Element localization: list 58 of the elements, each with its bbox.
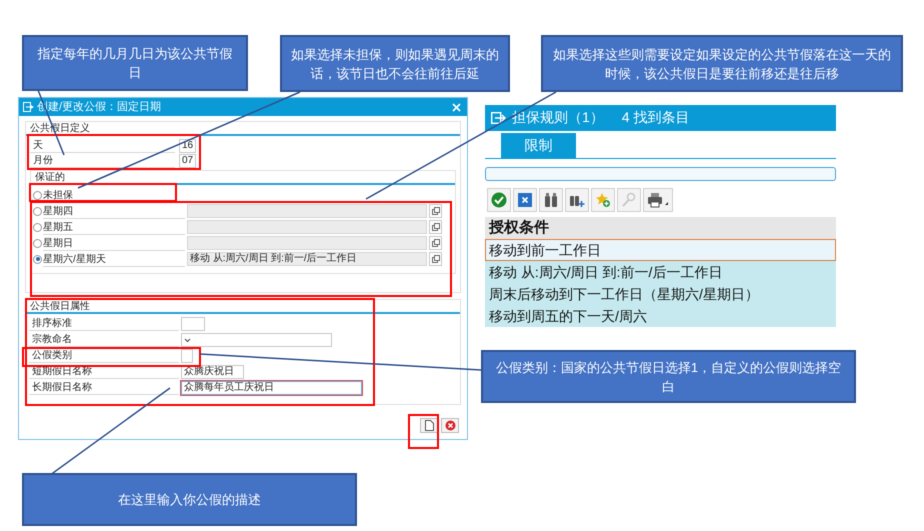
caret-icon — [184, 338, 191, 342]
callout-box: 如果选择未担保，则如果遇见周末的话，该节日也不会往前往后延 — [280, 35, 510, 92]
copy-button[interactable] — [429, 236, 442, 250]
option-label: 星期五 — [43, 220, 185, 234]
edit-icon — [23, 102, 34, 112]
list-row[interactable]: 移动到前一工作日 — [485, 239, 836, 261]
radio-button[interactable] — [33, 190, 42, 200]
input-field[interactable] — [181, 317, 205, 331]
check-icon — [491, 192, 507, 208]
list-row[interactable]: 周末后移动到下一工作日（星期六/星期日） — [485, 283, 836, 305]
printer-icon — [647, 192, 669, 208]
copy-button[interactable] — [429, 204, 442, 218]
field-label: 月份 — [30, 154, 175, 168]
binoculars-button[interactable] — [539, 188, 563, 212]
highlight-frame — [408, 414, 439, 449]
field-label: 宗教命名 — [29, 333, 179, 347]
printer-button[interactable] — [643, 188, 673, 212]
star-plus-button[interactable] — [591, 188, 615, 212]
list-row[interactable]: 移动 从:周六/周日 到:前一/后一工作日 — [485, 261, 836, 283]
copy-button[interactable] — [429, 220, 442, 234]
edit-icon — [491, 112, 506, 124]
input-field[interactable]: 众腾每年员工庆祝日 — [181, 381, 362, 395]
field-label: 公假类别 — [29, 349, 179, 363]
callout-box: 指定每年的几月几日为该公共节假日 — [22, 35, 248, 91]
day-month-field[interactable]: 07 — [179, 154, 196, 168]
option-label: 星期六/星期天 — [43, 252, 185, 266]
dropdown-field[interactable] — [181, 333, 332, 347]
list-row[interactable]: 移动到周五的下一天/周六 — [485, 305, 836, 327]
column-header: 授权条件 — [485, 217, 836, 239]
option-label: 星期四 — [43, 204, 185, 218]
cancel-button[interactable] — [441, 418, 459, 433]
cancel-button[interactable] — [513, 188, 537, 212]
callout-box: 公假类别：国家的公共节假日选择1，自定义的公假则选择空白 — [481, 350, 856, 403]
group-title: 保证的 — [31, 171, 455, 185]
check-button[interactable] — [487, 188, 511, 212]
field-label: 天 — [30, 138, 175, 152]
radio-button[interactable] — [33, 222, 42, 232]
binoculars-plus-button[interactable] — [565, 188, 589, 212]
entry-count: 4 找到条目 — [622, 108, 690, 128]
cancel-icon — [517, 192, 533, 208]
input-field[interactable] — [485, 167, 836, 182]
binoculars-icon — [543, 192, 559, 208]
group-title: 公共假日属性 — [26, 300, 460, 314]
input-field[interactable] — [181, 349, 193, 363]
star-plus-icon — [595, 192, 611, 208]
option-label: 星期日 — [43, 236, 185, 250]
callout-box: 如果选择这些则需要设定如果设定的公共节假落在这一天的时候，该公共假日是要往前移还是往后移 — [541, 35, 903, 92]
radio-button[interactable] — [33, 254, 42, 264]
option-label: 未担保 — [43, 188, 185, 202]
radio-button[interactable] — [33, 238, 42, 248]
close-icon[interactable] — [452, 102, 461, 112]
new-document-button[interactable] — [420, 418, 438, 433]
field-label: 长期假日名称 — [29, 381, 179, 395]
callout-box: 在这里输入你公假的描述 — [22, 473, 357, 526]
field-label: 排序标准 — [29, 317, 179, 331]
rule-field: 移动 从:周六/周日 到:前一/后一工作日 — [187, 252, 427, 266]
radio-button[interactable] — [33, 206, 42, 216]
copy-button[interactable] — [429, 252, 442, 266]
